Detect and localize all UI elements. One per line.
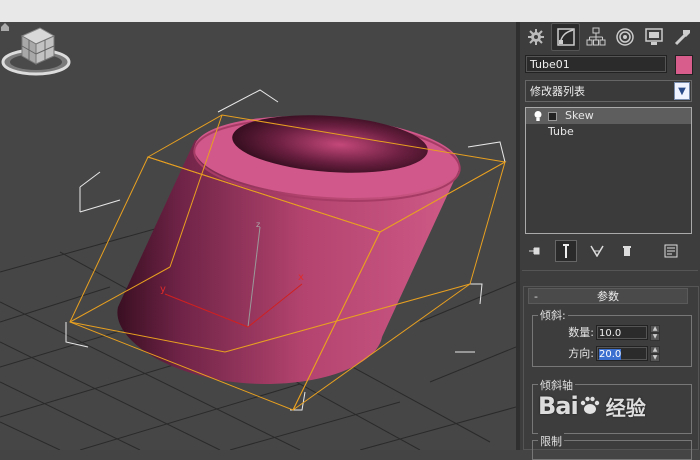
tab-display[interactable] xyxy=(640,24,667,50)
modifier-list-label: 修改器列表 xyxy=(530,85,585,98)
remove-modifier-icon[interactable] xyxy=(617,241,637,261)
show-end-result-icon[interactable] xyxy=(555,240,577,262)
amount-spinner[interactable]: ▲ ▼ xyxy=(650,324,660,341)
stack-item-tube[interactable]: Tube xyxy=(526,124,691,140)
rollout-title: 参数 xyxy=(597,290,619,303)
lightbulb-icon[interactable] xyxy=(532,110,544,122)
object-color-swatch[interactable] xyxy=(675,55,693,75)
chevron-down-icon[interactable]: ▼ xyxy=(674,82,690,100)
watermark-brand: Bai xyxy=(538,392,579,420)
stack-toolbar xyxy=(525,239,695,263)
tab-utilities[interactable] xyxy=(669,24,696,50)
axis-y-label: y xyxy=(160,284,166,295)
tab-modify[interactable] xyxy=(551,23,580,51)
hierarchy-icon xyxy=(586,27,605,46)
direction-field[interactable]: 20.0 xyxy=(596,345,648,361)
amount-field[interactable]: 10.0 xyxy=(596,324,648,340)
object-name-field[interactable]: Tube01 xyxy=(525,55,667,73)
baidu-watermark: Bai 经验 xyxy=(538,388,688,424)
axis-x-label: x xyxy=(298,272,304,283)
limit-group-label: 限制 xyxy=(538,433,564,449)
modifier-list-dropdown[interactable]: 修改器列表 ▼ xyxy=(525,80,692,102)
direction-value: 20.0 xyxy=(599,348,622,360)
axis-z-label: z xyxy=(256,220,260,229)
collapse-icon[interactable]: - xyxy=(529,290,543,303)
direction-row: 方向: 20.0 ▲ ▼ xyxy=(562,345,660,362)
tab-motion[interactable] xyxy=(611,24,638,50)
modifier-stack[interactable]: Skew Tube xyxy=(525,107,692,234)
paw-icon xyxy=(580,396,599,414)
perspective-viewport[interactable]: y x z xyxy=(0,22,516,450)
create-icon xyxy=(527,29,544,45)
skew-group-label: 倾斜: xyxy=(538,307,568,323)
tab-hierarchy[interactable] xyxy=(582,24,609,50)
top-menu-bar xyxy=(0,0,700,23)
direction-label: 方向: xyxy=(568,347,594,360)
configure-modifier-sets-icon[interactable] xyxy=(661,241,681,261)
stack-item-label: Tube xyxy=(548,125,574,138)
amount-label: 数量: xyxy=(568,326,594,339)
panel-separator xyxy=(522,270,698,271)
motion-icon xyxy=(615,28,634,46)
stack-item-label: Skew xyxy=(565,109,594,122)
expand-icon[interactable] xyxy=(548,111,557,121)
pin-stack-icon[interactable] xyxy=(525,241,545,261)
amount-row: 数量: 10.0 ▲ ▼ xyxy=(562,324,660,341)
tab-create[interactable] xyxy=(522,24,549,50)
utilities-icon xyxy=(674,30,690,46)
modify-icon xyxy=(556,28,575,46)
viewport-scene: y x z xyxy=(0,89,516,450)
command-panel: Tube01 修改器列表 ▼ Skew Tube - 参数 倾斜: 数量: 10… xyxy=(520,22,700,460)
command-panel-tabs xyxy=(520,22,700,52)
direction-spinner[interactable]: ▲ ▼ xyxy=(650,345,660,362)
make-unique-icon[interactable] xyxy=(587,241,607,261)
display-icon xyxy=(644,28,663,45)
stack-item-skew[interactable]: Skew xyxy=(526,108,691,124)
parameters-rollout-header[interactable]: - 参数 xyxy=(528,288,688,304)
viewcube-icon[interactable] xyxy=(0,22,72,80)
watermark-suffix: 经验 xyxy=(605,395,646,420)
